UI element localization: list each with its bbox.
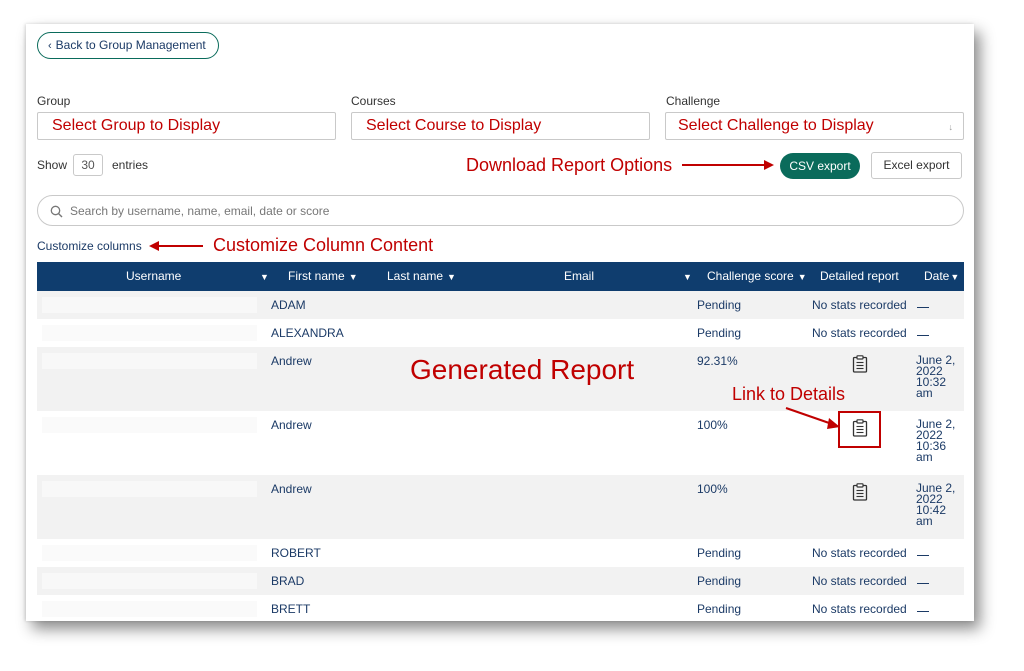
download-options-annotation: Download Report Options — [466, 155, 673, 175]
header-challenge-score-label: Challenge score — [707, 269, 794, 283]
username-sort-icon[interactable]: ▼ — [256, 262, 269, 291]
table-row: ROBERT Pending No stats recorded — [37, 539, 964, 567]
detailed-report-cell: No stats recorded — [812, 326, 907, 340]
challenge-score-cell: Pending — [697, 546, 742, 560]
first-name-cell: ROBERT — [271, 546, 321, 560]
username-cell — [42, 481, 257, 497]
chevron-left-icon: ‹ — [48, 40, 52, 52]
table-row: ALEXANDRA Pending No stats recorded — [37, 319, 964, 347]
challenge-select-value: Select Challenge to Display — [678, 117, 874, 134]
clipboard-icon[interactable] — [852, 483, 868, 501]
first-name-cell: ALEXANDRA — [271, 326, 344, 340]
date-cell: June 2, 2022 10:36 am — [916, 417, 956, 464]
challenge-score-cell: 92.31% — [697, 354, 738, 368]
chevron-down-icon: ▼ — [447, 272, 456, 282]
back-to-group-management-button[interactable]: ‹ Back to Group Management — [37, 32, 219, 59]
header-username[interactable]: Username — [126, 262, 181, 291]
empty-date-dash — [917, 555, 929, 556]
search-input[interactable]: Search by username, name, email, date or… — [37, 195, 964, 226]
table-row: ADAM Pending No stats recorded — [37, 291, 964, 319]
header-last-name-label: Last name — [387, 269, 444, 283]
detailed-report-cell: No stats recorded — [812, 298, 907, 312]
challenge-score-cell: Pending — [697, 602, 742, 616]
detailed-report-cell: No stats recorded — [812, 546, 907, 560]
header-detailed-report: Detailed report — [820, 269, 899, 283]
username-cell — [42, 417, 257, 433]
header-email[interactable]: Email — [564, 262, 594, 291]
email-sort-icon[interactable]: ▼ — [679, 262, 692, 291]
link-details-annotation: Link to Details — [732, 384, 846, 404]
search-placeholder: Search by username, name, email, date or… — [70, 204, 330, 218]
first-name-cell: BRETT — [271, 602, 311, 616]
first-name-cell: Andrew — [271, 418, 312, 432]
customize-columns-link[interactable]: Customize columns — [37, 239, 142, 253]
header-date-label: Date — [924, 269, 950, 283]
table-row: BRETT Pending No stats recorded — [37, 595, 964, 621]
detailed-report-cell: No stats recorded — [812, 602, 907, 616]
link-highlight-box — [838, 411, 881, 448]
username-cell — [42, 353, 257, 369]
first-name-cell: BRAD — [271, 574, 305, 588]
csv-export-button[interactable]: CSV export — [780, 153, 860, 179]
chevron-down-icon: ▼ — [797, 272, 807, 282]
back-button-label: Back to Group Management — [55, 38, 206, 52]
group-label: Group — [37, 94, 71, 108]
courses-select-value: Select Course to Display — [366, 117, 542, 134]
challenge-score-cell: Pending — [697, 574, 742, 588]
challenge-score-cell: Pending — [697, 298, 742, 312]
chevron-down-icon: ▼ — [950, 272, 960, 282]
entries-label: entries — [112, 158, 149, 172]
select-arrow-icon: ↓ — [948, 122, 954, 132]
date-cell: June 2, 2022 10:32 am — [916, 353, 956, 400]
table-row: BRAD Pending No stats recorded — [37, 567, 964, 595]
entries-count-input[interactable]: 30 — [73, 154, 103, 176]
header-first-name[interactable]: First name ▼ — [288, 262, 358, 291]
challenge-score-cell: 100% — [697, 482, 728, 496]
challenge-score-cell: Pending — [697, 326, 742, 340]
empty-date-dash — [917, 611, 929, 612]
username-cell — [42, 601, 257, 617]
clipboard-icon[interactable] — [852, 355, 868, 373]
first-name-cell: Andrew — [271, 482, 312, 496]
header-last-name[interactable]: Last name ▼ — [387, 262, 456, 291]
customize-arrow-icon — [149, 241, 203, 251]
group-select-value: Select Group to Display — [52, 117, 221, 134]
header-first-name-label: First name — [288, 269, 345, 283]
username-cell — [42, 545, 257, 561]
search-icon — [50, 205, 63, 218]
challenge-score-cell: 100% — [697, 418, 728, 432]
table-row: Andrew 100% June 2, 2022 10:42 am — [37, 475, 964, 539]
courses-label: Courses — [351, 94, 396, 108]
username-cell — [42, 297, 257, 313]
detailed-report-cell: No stats recorded — [812, 574, 907, 588]
download-arrow-icon — [682, 160, 774, 170]
header-date[interactable]: Date▼ — [924, 262, 959, 291]
challenge-label: Challenge — [666, 94, 721, 108]
first-name-cell: Andrew — [271, 354, 312, 368]
empty-date-dash — [917, 335, 929, 336]
report-page: ‹ Back to Group Management Group Courses … — [26, 24, 974, 621]
header-challenge-score[interactable]: Challenge score ▼ — [707, 262, 807, 291]
empty-date-dash — [917, 583, 929, 584]
empty-date-dash — [917, 307, 929, 308]
link-arrow-icon — [785, 407, 840, 429]
table-header: Username ▼ First name ▼ Last name ▼ Email … — [37, 262, 964, 291]
courses-select[interactable]: Select Course to Display — [351, 112, 650, 140]
chevron-down-icon: ▼ — [348, 272, 358, 282]
generated-report-annotation: Generated Report — [410, 354, 635, 385]
customize-annotation: Customize Column Content — [213, 235, 434, 255]
challenge-select[interactable]: Select Challenge to Display ↓ — [665, 112, 964, 140]
username-cell — [42, 573, 257, 589]
show-label: Show — [37, 158, 68, 172]
date-cell: June 2, 2022 10:42 am — [916, 481, 956, 528]
excel-export-button[interactable]: Excel export — [871, 152, 962, 179]
username-cell — [42, 325, 257, 341]
group-select[interactable]: Select Group to Display — [37, 112, 336, 140]
first-name-cell: ADAM — [271, 298, 306, 312]
